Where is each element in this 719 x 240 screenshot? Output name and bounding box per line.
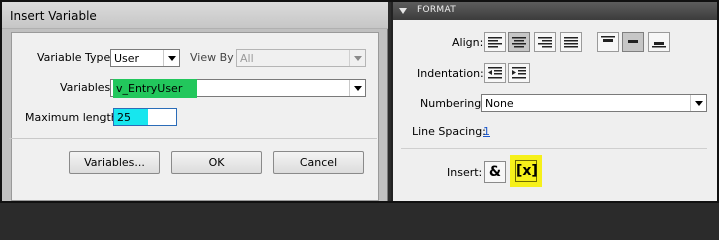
align-justify-icon <box>564 37 578 48</box>
chevron-down-icon[interactable] <box>163 50 179 66</box>
valign-bottom-button[interactable] <box>648 32 670 52</box>
align-label: Align: <box>452 36 484 49</box>
line-spacing-label: Line Spacing: <box>412 125 486 138</box>
valign-top-button[interactable] <box>597 32 619 52</box>
align-right-button[interactable] <box>534 32 556 52</box>
chevron-down-icon[interactable] <box>349 80 365 96</box>
cancel-button[interactable]: Cancel <box>273 151 364 174</box>
indentation-label: Indentation: <box>417 67 484 80</box>
dialog-title: Insert Variable <box>10 9 97 23</box>
chevron-down-icon[interactable] <box>349 50 365 66</box>
dialog-divider <box>9 138 377 139</box>
numbering-label: Numbering: <box>420 97 485 110</box>
valign-bottom-icon <box>652 42 666 48</box>
view-by-select[interactable]: All <box>236 49 366 67</box>
numbering-value: None <box>485 97 514 110</box>
valign-middle-icon <box>628 40 638 43</box>
maximum-length-label: Maximum length <box>25 111 118 124</box>
variables-label: Variables <box>60 81 111 94</box>
align-left-button[interactable] <box>484 32 506 52</box>
align-center-icon <box>512 37 526 48</box>
chevron-down-icon[interactable] <box>690 95 706 111</box>
variables-button[interactable]: Variables... <box>69 151 160 174</box>
insert-ampersand-button[interactable]: & <box>484 161 506 183</box>
align-right-icon <box>538 37 552 48</box>
variable-type-label: Variable Type <box>37 51 111 64</box>
indent-decrease-button[interactable] <box>484 63 506 83</box>
maximum-length-value: 25 <box>117 111 131 124</box>
collapse-triangle-icon[interactable] <box>399 8 407 14</box>
variable-type-value: User <box>114 52 140 65</box>
variables-value: v_EntryUser <box>116 82 183 95</box>
ok-button[interactable]: OK <box>171 151 262 174</box>
align-center-button[interactable] <box>508 32 530 52</box>
insert-variable-button[interactable]: [x] <box>515 160 538 182</box>
valign-top-icon <box>601 36 615 42</box>
align-left-icon <box>488 37 502 48</box>
view-by-value: All <box>240 52 254 65</box>
indent-increase-button[interactable] <box>508 63 530 83</box>
variable-type-select[interactable]: User <box>110 49 180 67</box>
indent-decrease-icon <box>488 67 502 79</box>
align-justify-button[interactable] <box>560 32 582 52</box>
panel-divider <box>401 148 707 149</box>
insert-label: Insert: <box>447 166 483 179</box>
view-by-label: View By <box>190 51 234 64</box>
format-panel-title: FORMAT <box>417 5 457 15</box>
line-spacing-value[interactable]: 1 <box>483 125 490 138</box>
numbering-select[interactable]: None <box>481 94 707 112</box>
format-panel-header[interactable]: FORMAT <box>393 2 717 20</box>
valign-middle-button[interactable] <box>622 32 644 52</box>
indent-increase-icon <box>512 67 526 79</box>
dialog-titlebar[interactable]: Insert Variable <box>2 2 388 29</box>
